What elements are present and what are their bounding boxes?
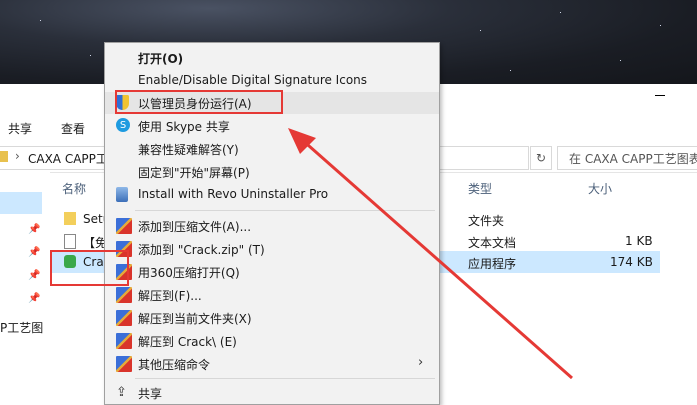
annotation-arrow <box>288 128 573 380</box>
arrow-shaft <box>299 136 573 380</box>
